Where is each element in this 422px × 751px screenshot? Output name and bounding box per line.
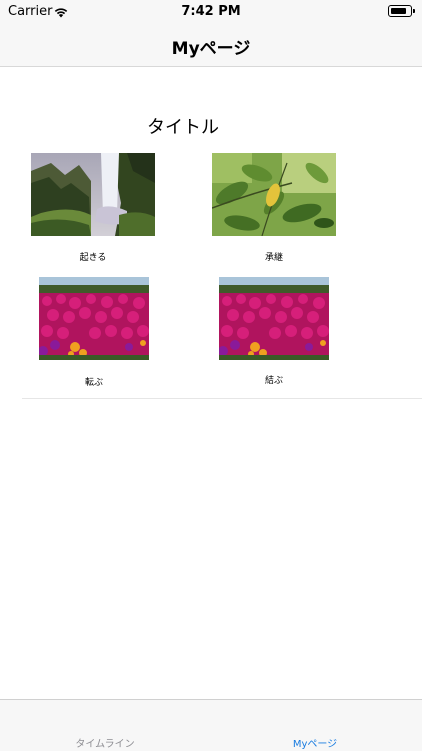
divider [22,398,422,399]
tab-bar: タイムライン Myページ [0,699,422,751]
photo-item[interactable]: 転ぶ [39,277,149,388]
photo-item[interactable]: 承継 [212,153,336,263]
battery-icon [388,5,415,17]
tab-timeline[interactable]: タイムライン [30,735,180,750]
item-label: 承継 [264,253,283,263]
section-title: タイトル [147,117,219,138]
photo-item[interactable]: 結ぶ [219,277,329,387]
clock: 7:42 PM [181,4,241,19]
nav-title: Myページ [171,39,251,59]
item-label: 結ぶ [264,376,283,386]
tab-my-page[interactable]: Myページ [240,735,390,750]
item-label: 転ぶ [84,378,103,388]
flowers-photo [39,277,149,360]
status-bar: Carrier 7:42 PM [0,0,422,24]
waterfall-photo [31,153,155,236]
my-page-content: タイトル 起きる 承継 転ぶ 結ぶ [0,67,422,699]
photo-item[interactable]: 起きる [31,153,155,263]
flowers-photo [219,277,329,360]
item-label: 起きる [79,253,107,263]
navigation-bar: Myページ [0,24,422,67]
leaves-photo [212,153,336,236]
